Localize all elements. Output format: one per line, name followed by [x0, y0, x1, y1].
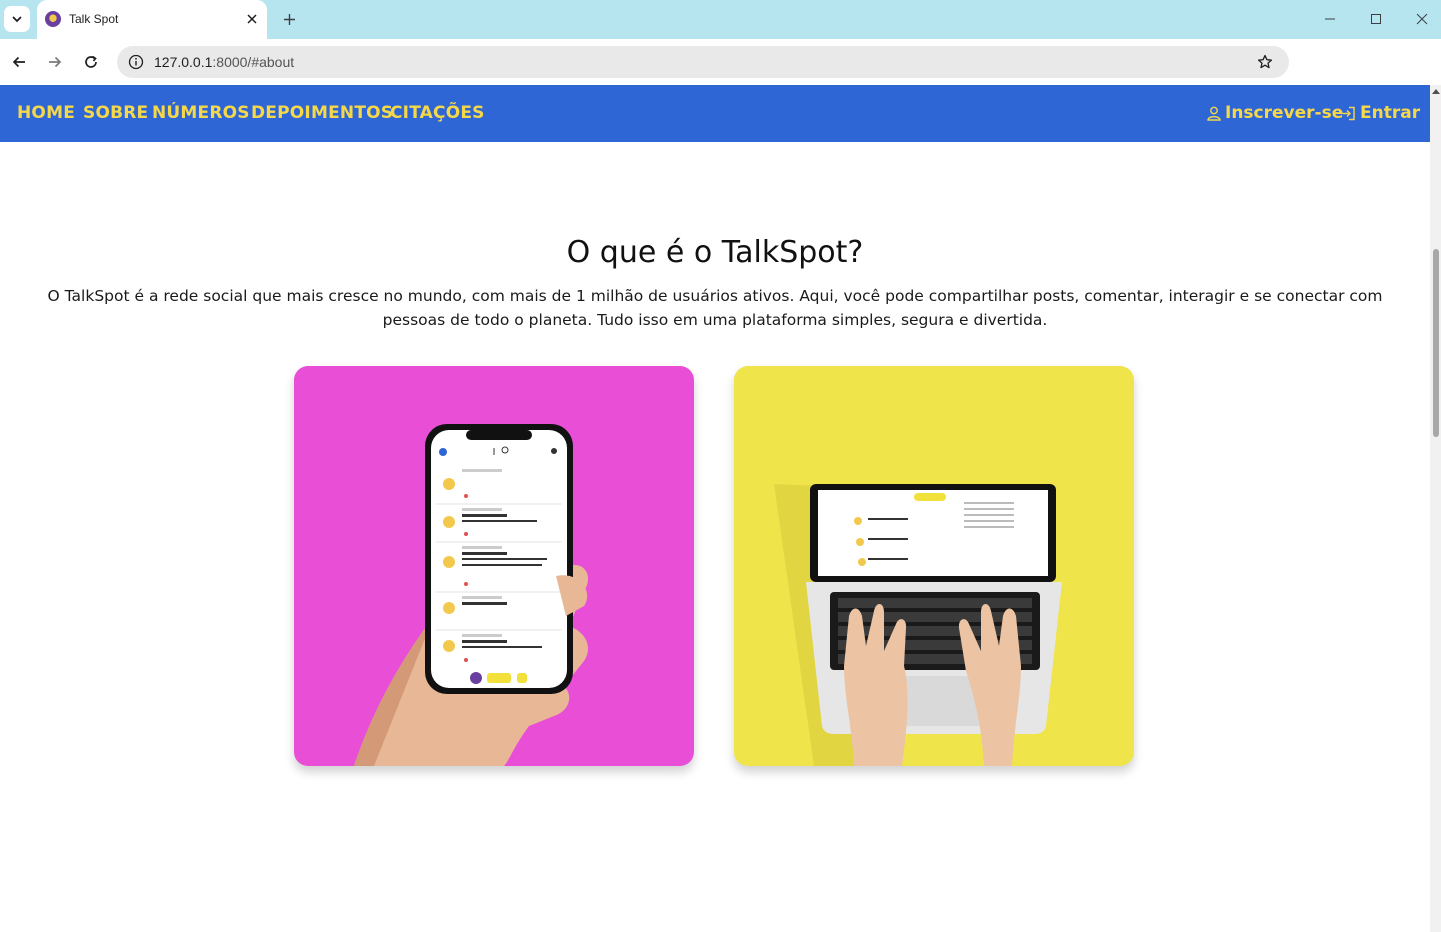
nav-link-sobre[interactable]: SOBRE — [83, 103, 148, 123]
url-host: 127.0.0.1 — [154, 54, 213, 70]
about-title: O que é o TalkSpot? — [566, 235, 864, 270]
browser-tab[interactable]: Talk Spot — [37, 0, 267, 39]
signup-link[interactable]: Inscrever-se — [1207, 103, 1343, 123]
minimize-window-button[interactable] — [1320, 9, 1340, 29]
maximize-icon — [1371, 14, 1381, 24]
scrollbar-thumb[interactable] — [1433, 249, 1439, 437]
star-icon — [1257, 54, 1273, 69]
forward-button[interactable] — [44, 51, 66, 73]
talkspot-favicon-icon — [45, 11, 61, 27]
about-description: O TalkSpot é a rede social que mais cres… — [47, 287, 1383, 329]
new-tab-button[interactable] — [279, 9, 299, 29]
nav-link-home[interactable]: HOME — [17, 103, 75, 123]
bookmark-button[interactable] — [1255, 52, 1275, 72]
browser-tab-strip: Talk Spot — [0, 0, 1441, 39]
hand-holding-phone-image — [354, 424, 589, 766]
close-icon — [1416, 13, 1428, 25]
phone-image-card — [294, 366, 694, 766]
user-icon — [1207, 106, 1221, 121]
back-button[interactable] — [8, 51, 30, 73]
info-icon — [128, 54, 144, 70]
hands-on-laptop-image — [774, 484, 1062, 766]
login-label: Entrar — [1360, 103, 1421, 123]
site-info-button[interactable] — [125, 51, 147, 73]
site-navbar: HOME SOBRE NÚMEROS DEPOIMENTOS CITAÇÕES … — [0, 85, 1430, 142]
laptop-image-card — [734, 366, 1134, 766]
reload-button[interactable] — [80, 51, 102, 73]
tab-title: Talk Spot — [69, 12, 119, 26]
url-text: 127.0.0.1:8000/#about — [154, 54, 294, 70]
nav-link-numeros[interactable]: NÚMEROS — [152, 103, 250, 123]
address-bar[interactable]: 127.0.0.1:8000/#about — [117, 46, 1289, 78]
scroll-up-arrow-icon[interactable] — [1432, 89, 1440, 94]
plus-icon — [283, 13, 295, 25]
reload-icon — [85, 55, 97, 68]
nav-link-depoimentos[interactable]: DEPOIMENTOS — [251, 103, 393, 123]
tab-search-button[interactable] — [4, 6, 30, 32]
close-icon — [247, 14, 257, 24]
page-scrollbar[interactable] — [1430, 85, 1441, 932]
page-viewport: HOME SOBRE NÚMEROS DEPOIMENTOS CITAÇÕES … — [0, 85, 1430, 932]
nav-link-citacoes[interactable]: CITAÇÕES — [390, 103, 485, 123]
login-icon — [1342, 106, 1355, 120]
maximize-window-button[interactable] — [1366, 9, 1386, 29]
login-link[interactable]: Entrar — [1341, 103, 1420, 123]
minimize-icon — [1325, 18, 1335, 20]
close-window-button[interactable] — [1412, 9, 1432, 29]
signup-label: Inscrever-se — [1225, 103, 1344, 123]
arrow-left-icon — [12, 56, 25, 68]
arrow-right-icon — [49, 56, 62, 68]
chevron-down-icon — [12, 16, 22, 23]
close-tab-button[interactable] — [243, 10, 261, 28]
url-path: :8000/#about — [212, 54, 295, 70]
browser-toolbar: 127.0.0.1:8000/#about — [0, 39, 1441, 85]
